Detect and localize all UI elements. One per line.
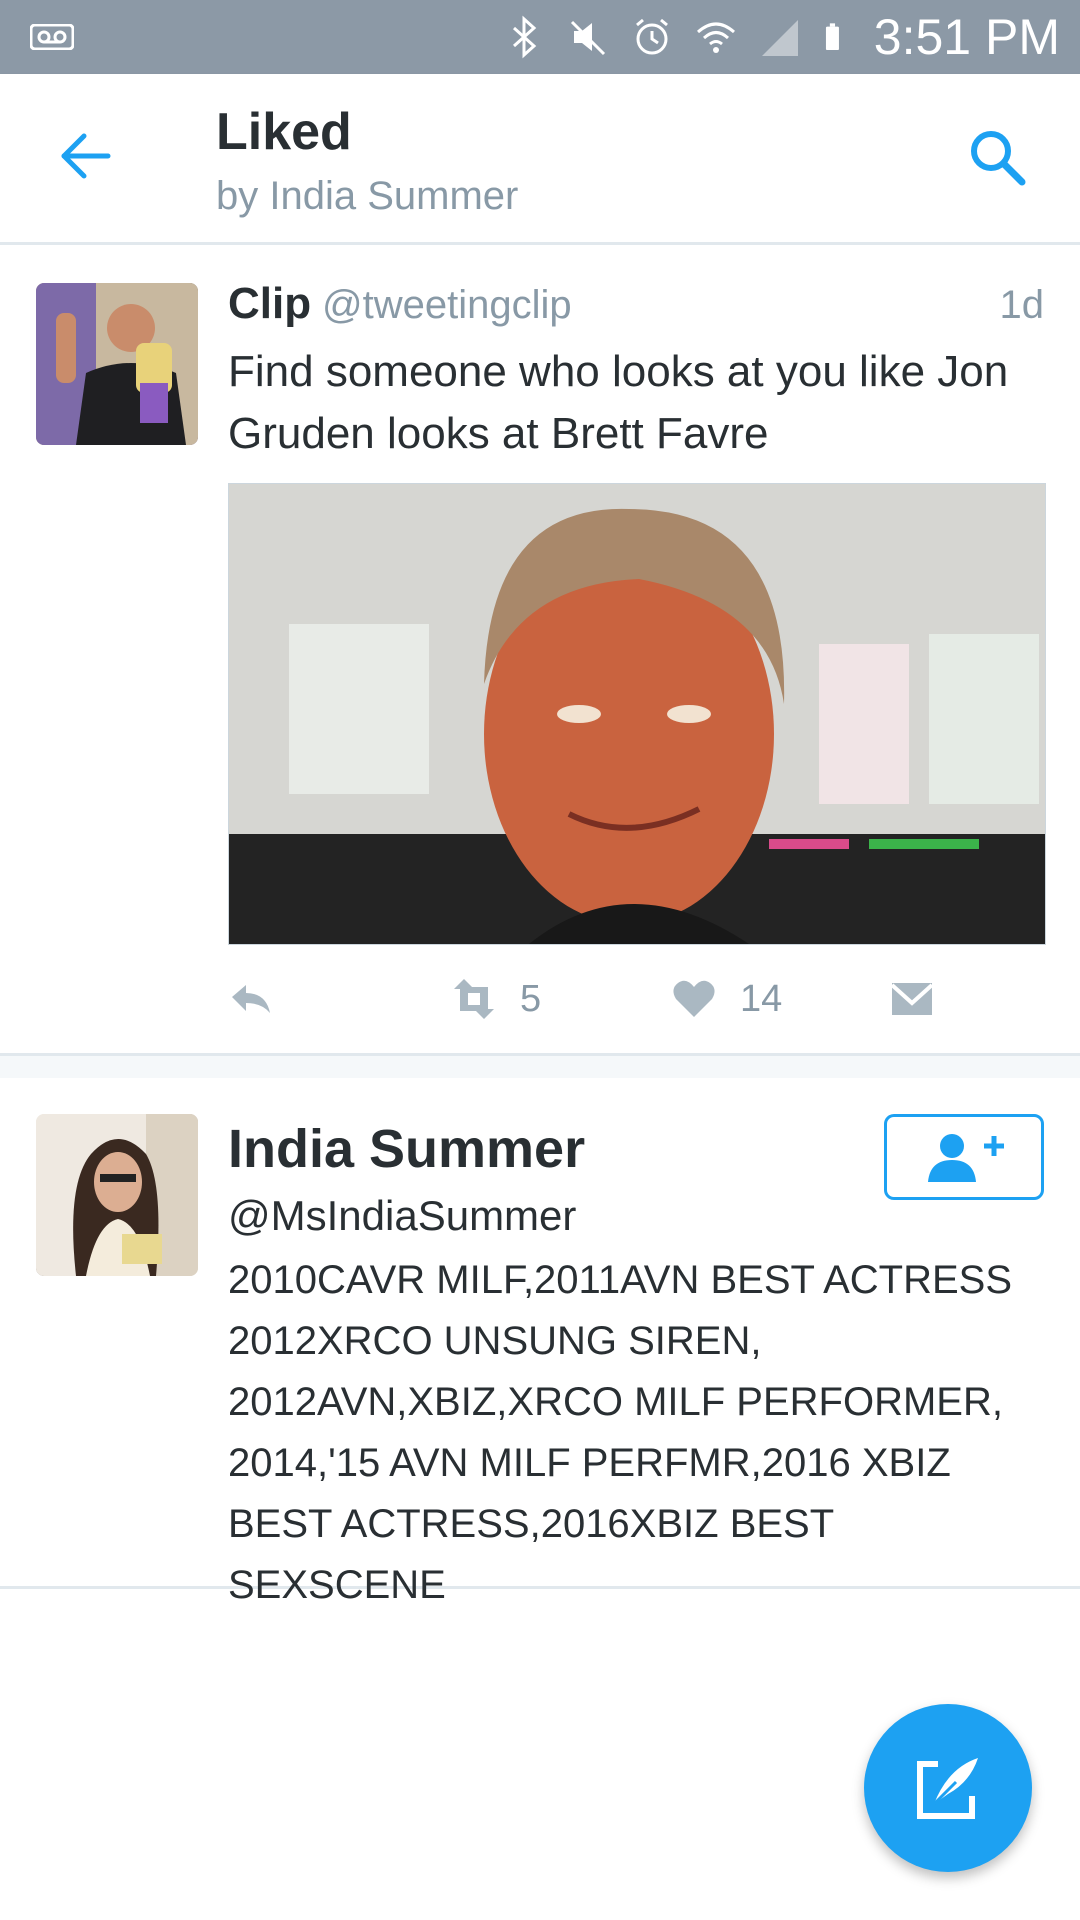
heart-icon <box>673 980 715 1017</box>
divider <box>0 1053 1080 1081</box>
envelope-icon <box>890 983 934 1015</box>
user-name[interactable]: India Summer <box>228 1118 585 1180</box>
status-bar: 3:51 PM <box>0 0 1080 74</box>
reply-icon <box>232 985 270 1013</box>
status-time: 3:51 PM <box>873 9 1060 65</box>
page-subtitle: by India Summer <box>216 174 519 218</box>
user-handle: @MsIndiaSummer <box>228 1192 577 1239</box>
wifi-icon <box>696 22 735 53</box>
tweet-timestamp: 1d <box>999 283 1045 327</box>
like-count: 14 <box>740 977 783 1020</box>
user-card[interactable]: India Summer @MsIndiaSummer 2010CAVR MIL… <box>0 1078 1080 1607</box>
tweet[interactable]: Clip @tweetingclip 1d Find someone who l… <box>0 245 1080 1053</box>
app-bar: Liked by India Summer <box>0 74 1080 245</box>
retweet-icon <box>454 979 494 1019</box>
reply-button[interactable] <box>228 975 276 1023</box>
tweet-author-name[interactable]: Clip <box>228 279 311 329</box>
voicemail-icon <box>30 24 74 50</box>
signal-icon <box>761 20 798 56</box>
battery-icon <box>825 23 839 50</box>
user-bio: 2010CAVR MILF,2011AVN BEST ACTRESS 2012X… <box>228 1258 1013 1607</box>
alarm-icon <box>635 18 668 55</box>
retweet-count: 5 <box>520 977 542 1020</box>
tweet-author-handle: @tweetingclip <box>322 283 572 327</box>
follow-button[interactable] <box>884 1114 1044 1200</box>
tweet-media-image[interactable] <box>228 483 1046 945</box>
compose-tweet-button[interactable] <box>864 1704 1032 1872</box>
bluetooth-icon <box>512 15 537 59</box>
arrow-left-icon[interactable] <box>56 126 116 186</box>
avatar[interactable] <box>36 1114 198 1276</box>
mute-icon <box>570 20 605 56</box>
like-button[interactable]: 14 <box>670 975 782 1023</box>
tweet-text: Find someone who looks at you like Jon G… <box>228 347 1009 458</box>
avatar[interactable] <box>36 283 198 445</box>
retweet-button[interactable]: 5 <box>450 975 541 1023</box>
tweet-actions: 5 14 <box>228 975 1048 1035</box>
compose-icon <box>917 1758 978 1819</box>
search-icon[interactable] <box>966 126 1028 188</box>
add-user-icon <box>928 1134 1004 1182</box>
page-title: Liked <box>216 103 352 161</box>
direct-message-button[interactable] <box>888 975 936 1023</box>
